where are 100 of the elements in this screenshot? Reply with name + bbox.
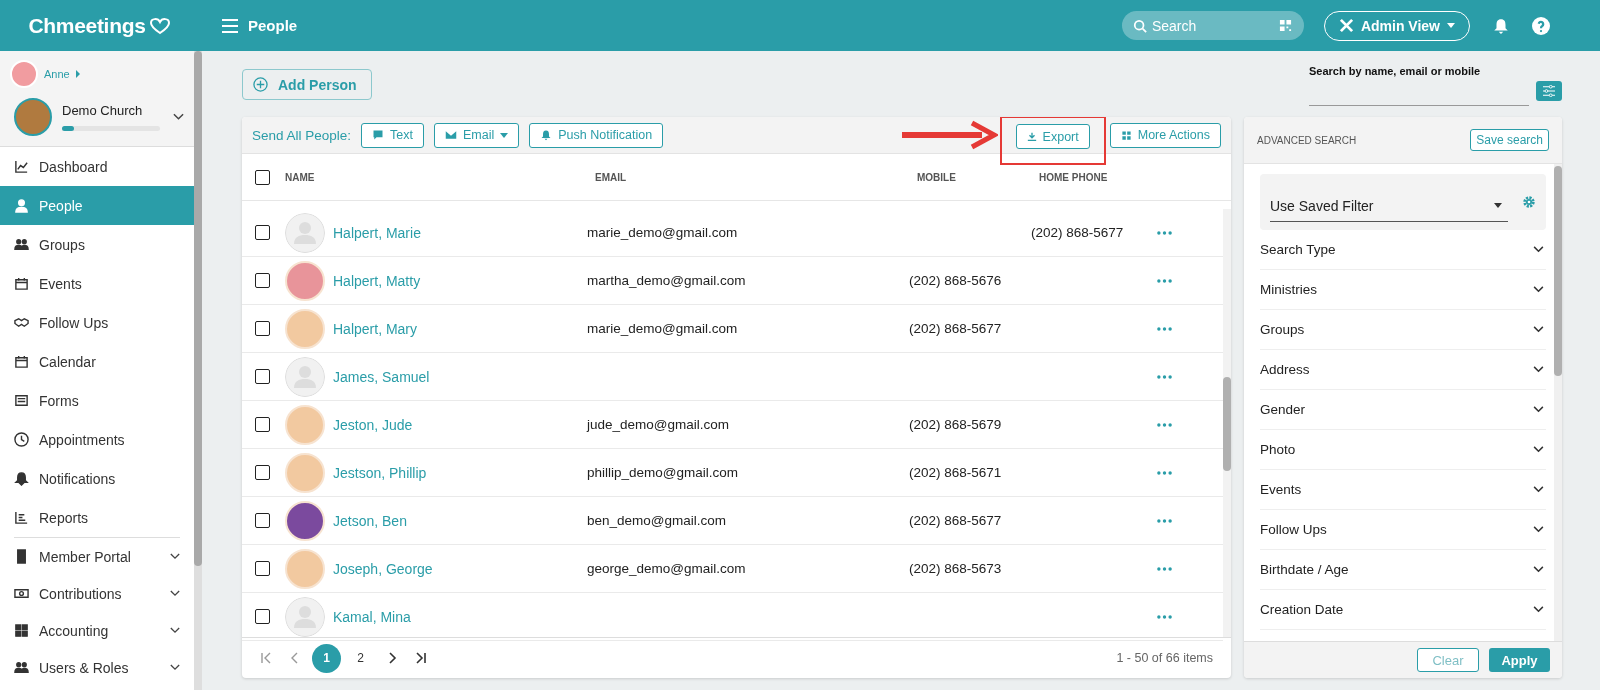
- scrollbar[interactable]: [194, 51, 202, 566]
- more-options-icon[interactable]: [1157, 326, 1172, 331]
- more-options-icon[interactable]: [1157, 566, 1172, 571]
- qr-code-icon[interactable]: [1278, 19, 1292, 32]
- more-options-icon[interactable]: [1157, 374, 1172, 379]
- sliders-icon: [1542, 85, 1556, 97]
- table-cell-text: (202) 868-5673: [909, 561, 1003, 576]
- column-header[interactable]: NAME: [285, 171, 595, 183]
- row-checkbox[interactable]: [255, 225, 270, 240]
- filter-section[interactable]: Search Type: [1260, 230, 1546, 270]
- column-header[interactable]: MOBILE: [917, 171, 1039, 183]
- scrollbar[interactable]: [1223, 377, 1231, 471]
- row-checkbox[interactable]: [255, 465, 270, 480]
- row-checkbox[interactable]: [255, 273, 270, 288]
- select-all-checkbox[interactable]: [255, 169, 270, 185]
- filter-section[interactable]: Birthdate / Age: [1260, 550, 1546, 590]
- more-options-icon[interactable]: [1157, 422, 1172, 427]
- more-options-icon[interactable]: [1157, 278, 1172, 283]
- more-options-icon[interactable]: [1157, 470, 1172, 475]
- church-logo: [14, 98, 52, 136]
- calendar-icon: [14, 354, 29, 369]
- row-checkbox[interactable]: [255, 609, 270, 624]
- money-icon: [14, 586, 29, 601]
- table-cell-text: (202) 868-5677: [1031, 225, 1125, 240]
- nav-item[interactable]: Notifications: [0, 459, 194, 498]
- row-checkbox[interactable]: [255, 417, 270, 432]
- caret-icon: [1447, 23, 1455, 28]
- chevron-down-icon: [1533, 406, 1544, 413]
- table-cell-text: phillip_demo@gmail.com: [587, 465, 740, 480]
- chevron-down-icon: [1533, 326, 1544, 333]
- filter-section[interactable]: Follow Ups: [1260, 510, 1546, 550]
- help-icon[interactable]: [1532, 16, 1550, 35]
- chat-icon: [372, 129, 385, 141]
- table-cell-text: (202) 868-5677: [909, 321, 1003, 336]
- nav-item[interactable]: Dashboard: [0, 147, 194, 186]
- nav-item[interactable]: Reports: [0, 498, 194, 537]
- nav-item[interactable]: Groups: [0, 225, 194, 264]
- column-header[interactable]: EMAIL: [595, 171, 917, 183]
- bars-icon: [14, 510, 29, 525]
- more-options-icon[interactable]: [1157, 518, 1172, 523]
- settings-icon[interactable]: [1522, 195, 1536, 209]
- chevron-down-icon: [1533, 366, 1544, 373]
- table-cell-text: (202) 868-5676: [909, 273, 1003, 288]
- chevron-down-icon[interactable]: [173, 113, 184, 121]
- row-checkbox[interactable]: [255, 513, 270, 528]
- row-checkbox[interactable]: [255, 369, 270, 384]
- chevron-down-icon: [1533, 446, 1544, 453]
- nav-item[interactable]: Accounting: [0, 612, 194, 649]
- table-cell-text: george_demo@gmail.com: [587, 561, 747, 576]
- chevron-down-icon: [1533, 606, 1544, 613]
- chevron-down-icon: [170, 590, 180, 597]
- column-header[interactable]: HOME PHONE: [1039, 171, 1165, 183]
- filter-section[interactable]: Events: [1260, 470, 1546, 510]
- person-icon: [14, 198, 29, 213]
- menu-icon[interactable]: [222, 18, 238, 33]
- last-page-icon[interactable]: [415, 652, 427, 664]
- scrollbar[interactable]: [1554, 166, 1562, 376]
- row-checkbox[interactable]: [255, 561, 270, 576]
- nav-item[interactable]: Member Portal: [0, 538, 194, 575]
- nav-item[interactable]: Follow Ups: [0, 303, 194, 342]
- more-options-icon[interactable]: [1157, 230, 1172, 235]
- table-cell-text: (202) 868-5677: [909, 513, 1003, 528]
- nav-item[interactable]: Calendar: [0, 342, 194, 381]
- filter-section[interactable]: Gender: [1260, 390, 1546, 430]
- grid-icon: [14, 623, 29, 638]
- filter-section[interactable]: Ministries: [1260, 270, 1546, 310]
- nav-item[interactable]: Users & Roles: [0, 649, 194, 686]
- filter-settings-button[interactable]: [1536, 81, 1562, 101]
- chevron-down-icon: [170, 553, 180, 560]
- filter-section[interactable]: Address: [1260, 350, 1546, 390]
- nav-item[interactable]: Forms: [0, 381, 194, 420]
- nav-item[interactable]: Events: [0, 264, 194, 303]
- filter-section[interactable]: Creation Date: [1260, 590, 1546, 630]
- bell-icon: [540, 129, 553, 141]
- next-page-icon[interactable]: [386, 652, 398, 664]
- table-cell-text: martha_demo@gmail.com: [587, 273, 747, 288]
- download-icon: [1026, 131, 1037, 142]
- chevron-down-icon: [1533, 486, 1544, 493]
- filter-section[interactable]: Photo: [1260, 430, 1546, 470]
- avatar[interactable]: [10, 60, 38, 88]
- people-icon: [14, 237, 29, 252]
- nav-item[interactable]: Appointments: [0, 420, 194, 459]
- chevron-down-icon: [1533, 246, 1544, 253]
- first-page-icon[interactable]: [260, 652, 272, 664]
- church-name[interactable]: Demo Church: [62, 103, 163, 118]
- more-options-icon[interactable]: [1157, 614, 1172, 619]
- search-label: Search by name, email or mobile: [1309, 65, 1482, 77]
- row-checkbox[interactable]: [255, 321, 270, 336]
- caret-icon: [1494, 203, 1502, 208]
- nav-item[interactable]: Contributions: [0, 575, 194, 612]
- panel-title: ADVANCED SEARCH: [1257, 134, 1357, 146]
- table-cell-text: (202) 868-5679: [909, 417, 1003, 432]
- page-button[interactable]: 2: [346, 643, 375, 673]
- people-icon: [14, 660, 29, 675]
- plus-circle-icon: [253, 77, 268, 92]
- filter-section[interactable]: Groups: [1260, 310, 1546, 350]
- chevron-down-icon: [170, 664, 180, 671]
- search-icon: [1132, 19, 1147, 33]
- table-cell-text: ben_demo@gmail.com: [587, 513, 728, 528]
- bell-icon[interactable]: [1492, 16, 1510, 35]
